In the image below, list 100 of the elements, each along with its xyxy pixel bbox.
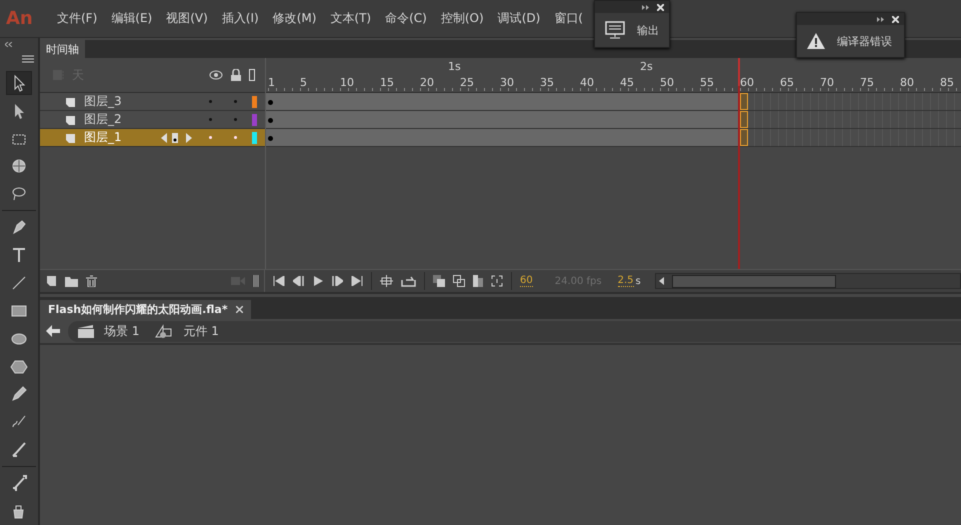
menu-icon[interactable] (22, 54, 34, 63)
layer-row[interactable]: 图层_1 (40, 129, 265, 147)
grip-icon[interactable] (253, 275, 259, 287)
frame-number: 65 (780, 76, 795, 89)
expand-icon[interactable] (877, 16, 884, 22)
time-unit-label: s (636, 276, 641, 286)
layer-name: 图层_3 (84, 93, 122, 110)
frame-number: 85 (940, 76, 955, 89)
current-frame-value[interactable]: 60 (520, 275, 533, 287)
back-arrow-icon[interactable] (46, 325, 60, 337)
frame-number: 1 (267, 76, 276, 89)
frame-number: 75 (860, 76, 875, 89)
frame-number: 35 (540, 76, 555, 89)
document-tab[interactable]: Flash如何制作闪耀的太阳动画.fla* (40, 300, 251, 319)
center-frame-icon[interactable] (380, 275, 393, 287)
previous-frame-icon[interactable] (293, 276, 305, 286)
layer-name: 图层_1 (84, 129, 122, 146)
visibility-dot[interactable] (209, 100, 212, 103)
first-frame-icon[interactable] (273, 276, 285, 286)
menu-item[interactable]: 窗口( (547, 10, 590, 27)
frame-number: 20 (420, 76, 435, 89)
layer-color-swatch[interactable] (252, 96, 257, 108)
play-icon[interactable] (313, 276, 323, 286)
onion-markers-icon[interactable] (491, 275, 503, 287)
panel-label[interactable]: 编译器错误 (837, 34, 892, 48)
eye-icon[interactable] (209, 70, 223, 80)
warning-icon[interactable] (807, 33, 825, 49)
breadcrumb-item[interactable]: 元件 1 (183, 322, 219, 340)
lock-dot[interactable] (234, 136, 237, 139)
menu-item[interactable]: 文本(T) (323, 10, 378, 27)
seconds-label: 1s (448, 60, 461, 73)
panel-label[interactable]: 输出 (637, 22, 659, 38)
menu-item[interactable]: 调试(D) (490, 10, 548, 27)
text-icon (10, 246, 28, 264)
next-frame-icon[interactable] (331, 276, 343, 286)
layer-icon (64, 114, 76, 126)
frame-number: 60 (740, 76, 755, 89)
frame-number: 5 (300, 76, 308, 89)
close-icon[interactable] (892, 16, 899, 22)
brush-icon (10, 441, 28, 460)
layer-row[interactable]: 图层_2 (40, 111, 265, 129)
seconds-label: 2s (640, 60, 653, 73)
edit-multiple-frames-icon[interactable] (473, 275, 483, 287)
3d-icon (10, 157, 28, 176)
layer-color-swatch[interactable] (252, 114, 257, 126)
keyframe-dot (268, 136, 273, 141)
frame-number: 10 (340, 76, 355, 89)
close-icon[interactable] (657, 4, 664, 10)
collapse-icon[interactable] (5, 42, 12, 47)
breadcrumb-item[interactable]: 场景 1 (104, 322, 140, 340)
keyframe-navigation-icon[interactable] (160, 132, 194, 144)
menu-item[interactable]: 控制(O) (434, 10, 491, 27)
layer-color-swatch[interactable] (252, 132, 257, 144)
timeline-tab[interactable]: 时间轴 (40, 40, 85, 58)
frame-number: 50 (660, 76, 675, 89)
trash-icon[interactable] (86, 275, 97, 287)
frame-number: 80 (900, 76, 915, 89)
menu-item[interactable]: 插入(I) (214, 10, 266, 27)
arrow-tool-button[interactable] (6, 70, 32, 95)
pencil-icon (10, 385, 28, 404)
visibility-dot[interactable] (209, 136, 212, 139)
menu-item[interactable]: 命令(C) (378, 10, 434, 27)
lock-dot[interactable] (234, 118, 237, 121)
scrollbar-thumb[interactable] (672, 274, 836, 288)
outline-icon[interactable] (249, 69, 255, 81)
frame-number: 55 (700, 76, 715, 89)
frame-number: 45 (620, 76, 635, 89)
layer-icon (64, 96, 76, 108)
menu-item[interactable]: 编辑(E) (104, 10, 160, 27)
layer-name: 图层_2 (84, 111, 122, 128)
keyframe-dot (268, 100, 273, 105)
last-frame-icon[interactable] (351, 276, 363, 286)
loop-icon[interactable] (401, 275, 416, 287)
lock-icon[interactable] (231, 69, 241, 81)
horizontal-scrollbar[interactable] (654, 273, 961, 289)
close-icon[interactable] (236, 306, 243, 313)
elapsed-time-value[interactable]: 2.5 (618, 275, 634, 287)
layer-icon (64, 132, 76, 144)
frame-number: 15 (380, 76, 395, 89)
pen-icon (10, 218, 28, 236)
frame-number: 40 (580, 76, 595, 89)
visibility-dot[interactable] (209, 118, 212, 121)
clapperboard-icon (78, 324, 94, 338)
symbol-icon (155, 324, 174, 338)
keyframe-dot (268, 118, 273, 123)
lock-dot[interactable] (234, 100, 237, 103)
menu-item[interactable]: 修改(M) (266, 10, 324, 27)
app-logo: An (5, 8, 34, 29)
expand-icon[interactable] (642, 4, 649, 10)
onion-outline-icon[interactable] (453, 275, 465, 287)
menu-item[interactable]: 视图(V) (159, 10, 215, 27)
frame-number: 25 (460, 76, 475, 89)
line-icon (10, 274, 28, 292)
onion-skin-icon[interactable] (433, 275, 445, 287)
folder-icon[interactable] (65, 276, 78, 286)
monitor-icon[interactable] (605, 21, 625, 39)
bone-icon (10, 474, 28, 492)
menu-item[interactable]: 文件(F) (50, 10, 104, 27)
new-layer-icon[interactable] (45, 275, 57, 287)
layer-row[interactable]: 图层_3 (40, 93, 265, 111)
